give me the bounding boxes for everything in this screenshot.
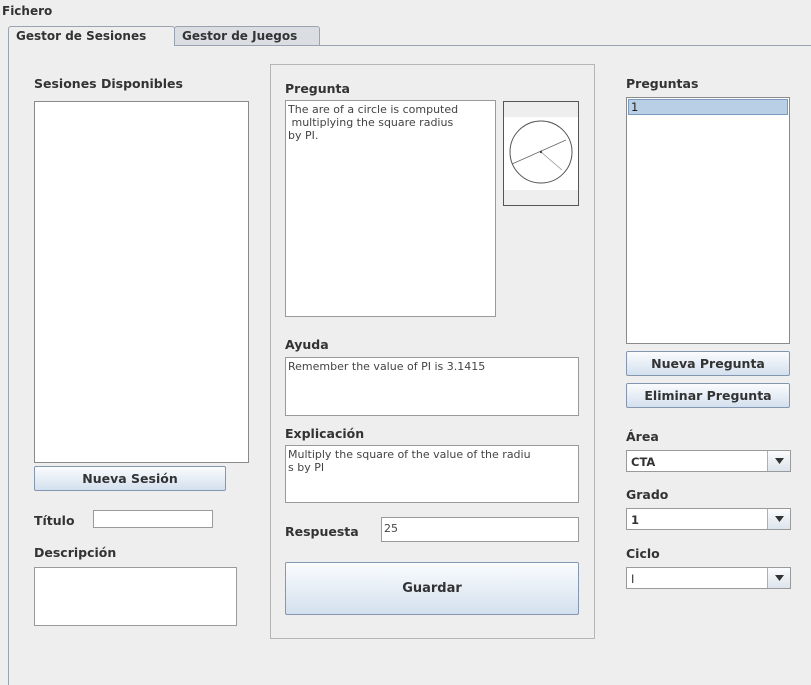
sessions-list[interactable] [34, 101, 249, 463]
pregunta-label: Pregunta [285, 81, 350, 96]
circle-diagram-icon [504, 102, 578, 205]
ciclo-selected-value: I [631, 572, 635, 586]
grado-selected-value: 1 [631, 513, 640, 527]
ciclo-select[interactable]: I [626, 567, 791, 589]
grado-select[interactable]: 1 [626, 508, 791, 530]
chevron-down-icon[interactable] [767, 509, 790, 529]
titulo-label: Título [34, 513, 75, 528]
questions-title: Preguntas [626, 76, 699, 91]
menu-fichero[interactable]: Fichero [2, 4, 52, 18]
respuesta-label: Respuesta [285, 524, 359, 539]
tab-gestor-de-juegos[interactable]: Gestor de Juegos [174, 26, 320, 45]
question-image[interactable] [503, 101, 579, 206]
descripcion-label: Descripción [34, 545, 117, 560]
save-button[interactable]: Guardar [285, 562, 579, 615]
grado-label: Grado [626, 487, 669, 502]
new-question-button[interactable]: Nueva Pregunta [626, 351, 790, 376]
sessions-title: Sesiones Disponibles [34, 76, 183, 91]
ayuda-textarea[interactable]: Remember the value of PI is 3.1415 [285, 357, 579, 416]
explicacion-textarea[interactable]: Multiply the square of the value of the … [285, 445, 579, 503]
new-session-button[interactable]: Nueva Sesión [34, 466, 226, 491]
menu-bar: Fichero [0, 0, 811, 22]
titulo-input[interactable] [93, 510, 213, 528]
area-label: Área [626, 429, 659, 444]
chevron-down-icon[interactable] [767, 568, 790, 588]
respuesta-input[interactable]: 25 [381, 517, 579, 542]
list-item[interactable]: 1 [628, 99, 788, 115]
pregunta-textarea[interactable]: The are of a circle is computed multiply… [285, 100, 496, 317]
descripcion-textarea[interactable] [34, 567, 237, 626]
ciclo-label: Ciclo [626, 546, 660, 561]
tab-gestor-de-sesiones[interactable]: Gestor de Sesiones [8, 26, 175, 46]
ayuda-label: Ayuda [285, 337, 329, 352]
chevron-down-icon[interactable] [767, 451, 790, 471]
explicacion-label: Explicación [285, 426, 365, 441]
area-select[interactable]: CTA [626, 450, 791, 472]
area-selected-value: CTA [631, 455, 656, 469]
questions-list[interactable]: 1 [626, 97, 790, 344]
delete-question-button[interactable]: Eliminar Pregunta [626, 383, 790, 408]
